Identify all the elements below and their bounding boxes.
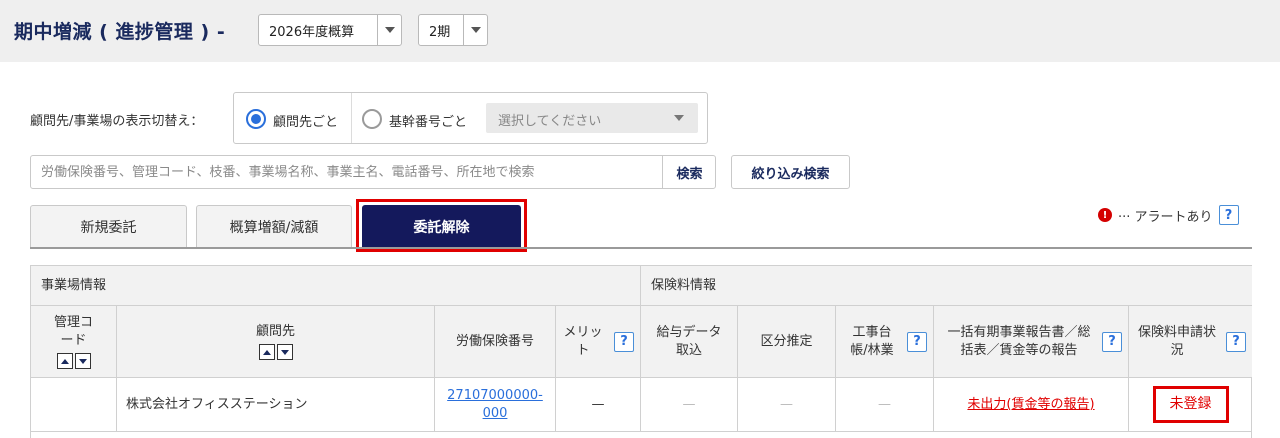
filter-search-button[interactable]: 絞り込み検索: [731, 155, 850, 189]
col-client-label: 顧問先: [255, 323, 295, 339]
help-icon[interactable]: ?: [907, 332, 927, 352]
fiscal-year-select[interactable]: 2026年度概算: [258, 14, 402, 46]
col-header-code: 管理コード: [31, 306, 117, 378]
merit-value: —: [591, 396, 605, 412]
col-status-label: 保険料申請状況: [1137, 324, 1216, 358]
ledger-value: —: [878, 396, 891, 412]
search-box: 検索: [30, 155, 716, 189]
chevron-down-icon[interactable]: [463, 15, 487, 45]
col-ledger-label: 工事台帳/林業: [850, 324, 894, 358]
col-header-payroll: 給与データ取込: [641, 306, 738, 378]
triangle-up-icon: [262, 349, 271, 355]
display-toggle-group: 顧問先ごと 基幹番号ごと 選択してください: [233, 92, 708, 144]
radio-base-number-label[interactable]: 基幹番号ごと: [389, 111, 467, 130]
class-value: —: [780, 396, 793, 412]
labor-no-link-line1[interactable]: 27107000000-: [447, 387, 543, 405]
report-link[interactable]: 未出力(賃金等の報告): [967, 396, 1094, 414]
cell-class: —: [738, 378, 836, 432]
triangle-up-icon: [60, 358, 69, 364]
cell-labor-no: 27107000000- 000: [435, 378, 556, 432]
period-select[interactable]: 2期: [418, 14, 488, 46]
cell-ledger: —: [836, 378, 934, 432]
cell-payroll: —: [641, 378, 738, 432]
group-header-business: 事業場情報: [31, 265, 641, 306]
results-table: 事業場情報 保険料情報 管理コード 顧問先 労働保険番号 メリット ? 給与デー…: [30, 265, 1252, 438]
col-header-status: 保険料申請状況 ?: [1129, 306, 1252, 378]
sort-desc-button[interactable]: [276, 344, 293, 361]
tab-label: 委託解除: [413, 220, 470, 236]
group-header-insurance: 保険料情報: [641, 265, 1252, 306]
triangle-down-icon: [280, 349, 289, 355]
tab-underline: [30, 247, 1252, 249]
cell-code: [31, 378, 117, 432]
col-header-merit: メリット ?: [556, 306, 641, 378]
col-report-label: 一括有期事業報告書／総括表／賃金等の報告: [947, 324, 1091, 358]
cell-client: 株式会社オフィスステーション: [117, 378, 435, 432]
triangle-down-icon: [78, 358, 87, 364]
col-payroll-label: 給与データ取込: [656, 324, 722, 358]
col-header-client: 顧問先: [117, 306, 435, 378]
search-button[interactable]: 検索: [662, 156, 716, 188]
radio-base-number[interactable]: [362, 109, 382, 129]
help-icon[interactable]: ?: [1102, 332, 1122, 352]
col-merit-label: メリット: [563, 324, 603, 358]
search-input[interactable]: [31, 156, 661, 188]
toggle-divider: [351, 93, 352, 143]
base-number-select[interactable]: 選択してください: [486, 103, 698, 133]
chevron-down-icon: [674, 115, 684, 121]
next-row-edge: [31, 432, 1252, 438]
help-icon[interactable]: ?: [1226, 332, 1246, 352]
col-code-label: 管理コード: [53, 314, 93, 348]
base-number-placeholder: 選択してください: [498, 114, 602, 129]
col-header-class: 区分推定: [738, 306, 836, 378]
chevron-down-icon[interactable]: [377, 15, 401, 45]
cell-report: 未出力(賃金等の報告): [934, 378, 1129, 432]
tab-label: 新規委託: [80, 220, 137, 236]
client-sort-controls: [258, 344, 293, 361]
radio-client-label[interactable]: 顧問先ごと: [273, 111, 338, 130]
labor-no-link-line2[interactable]: 000: [483, 405, 508, 423]
tab-new-contract[interactable]: 新規委託: [30, 205, 187, 248]
status-badge[interactable]: 未登録: [1152, 386, 1229, 423]
col-header-labor-no: 労働保険番号: [435, 306, 556, 378]
page-title: 期中増減 ( 進捗管理 ) -: [14, 21, 226, 43]
tab-contract-cancel[interactable]: 委託解除: [362, 205, 521, 248]
cell-status: 未登録: [1129, 378, 1252, 432]
radio-client[interactable]: [246, 109, 266, 129]
client-name: 株式会社オフィスステーション: [126, 396, 308, 412]
sort-asc-button[interactable]: [56, 353, 73, 370]
header-band: 期中増減 ( 進捗管理 ) - 2026年度概算 2期: [0, 0, 1280, 62]
sort-desc-button[interactable]: [74, 353, 91, 370]
cell-merit: —: [556, 378, 641, 432]
alert-icon: !: [1098, 208, 1112, 222]
period-value: 2期: [429, 24, 451, 40]
tab-estimate-change[interactable]: 概算増額/減額: [196, 205, 352, 248]
fiscal-year-value: 2026年度概算: [269, 24, 355, 40]
help-icon[interactable]: ?: [614, 332, 634, 352]
tab-label: 概算増額/減額: [229, 220, 319, 236]
help-icon[interactable]: ?: [1218, 205, 1239, 225]
code-sort-controls: [56, 353, 91, 370]
col-header-ledger: 工事台帳/林業 ?: [836, 306, 934, 378]
alert-legend: ! ··· アラートあり ?: [1098, 205, 1239, 225]
display-toggle-label: 顧問先/事業場の表示切替え：: [30, 114, 204, 129]
sort-asc-button[interactable]: [258, 344, 275, 361]
alert-legend-text: ··· アラートあり: [1118, 209, 1213, 225]
payroll-value: —: [682, 396, 696, 412]
col-header-report: 一括有期事業報告書／総括表／賃金等の報告 ?: [934, 306, 1129, 378]
